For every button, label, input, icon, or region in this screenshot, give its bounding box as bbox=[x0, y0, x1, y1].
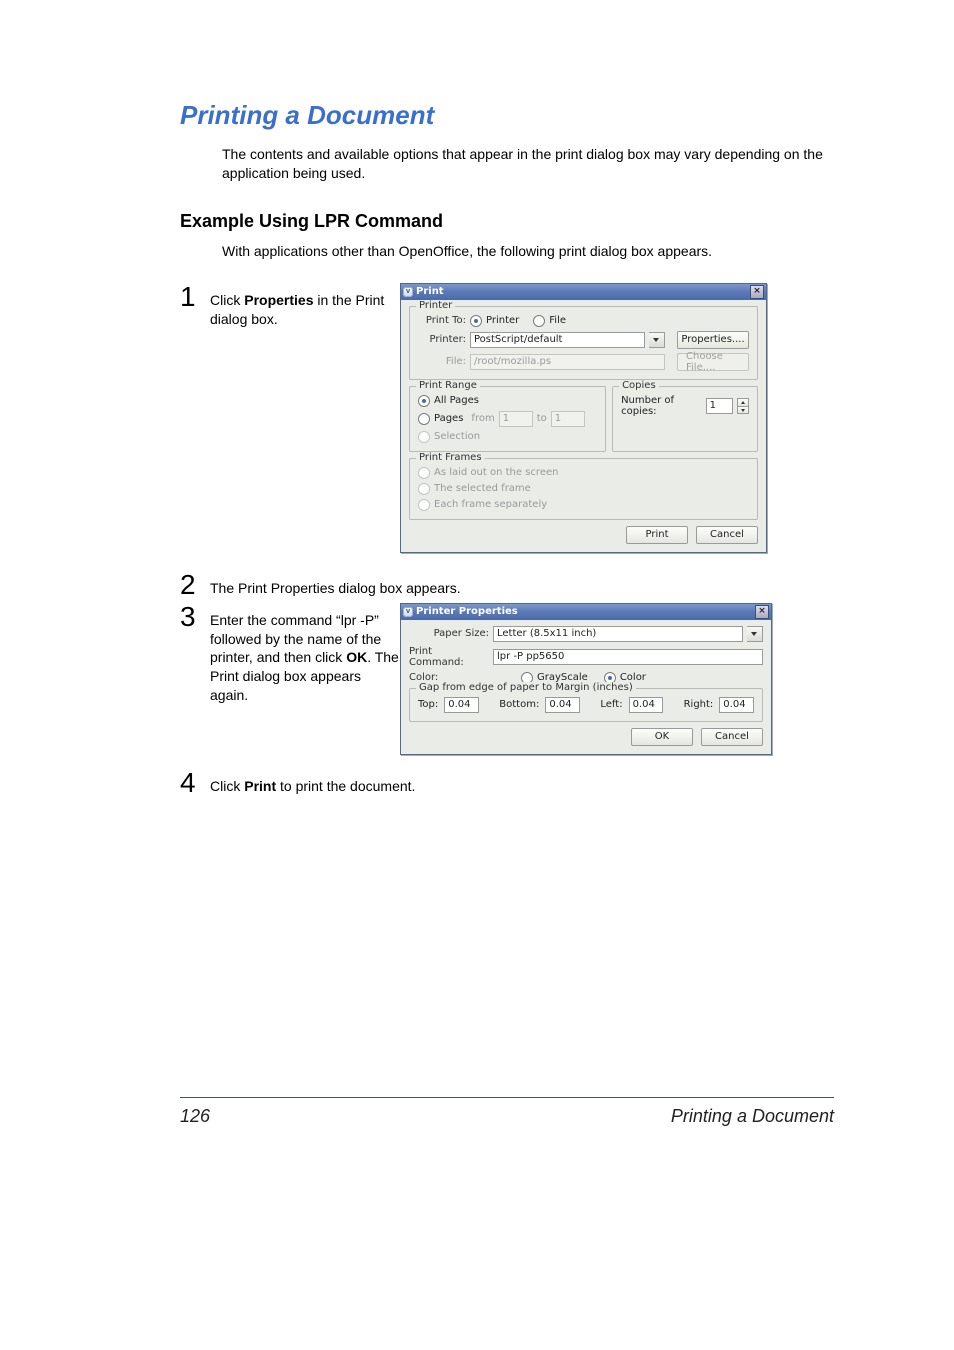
step-number: 1 bbox=[180, 283, 210, 311]
all-pages-radio[interactable] bbox=[418, 395, 430, 407]
file-radio[interactable] bbox=[533, 315, 545, 327]
file-path-input: /root/mozilla.ps bbox=[470, 354, 665, 370]
top-input[interactable]: 0.04 bbox=[444, 697, 479, 713]
group-legend: Gap from edge of paper to Margin (inches… bbox=[416, 682, 636, 693]
step-text-part: Click bbox=[210, 292, 244, 308]
from-input: 1 bbox=[499, 411, 533, 427]
subintro-text: With applications other than OpenOffice,… bbox=[222, 242, 834, 261]
selection-radio bbox=[418, 431, 430, 443]
step-number: 4 bbox=[180, 769, 210, 797]
group-legend: Print Range bbox=[416, 380, 480, 391]
step-number: 2 bbox=[180, 571, 210, 599]
group-legend: Print Frames bbox=[416, 452, 485, 463]
frames-c-label: Each frame separately bbox=[434, 499, 547, 510]
frames-b-label: The selected frame bbox=[434, 483, 531, 494]
step-text-bold: Properties bbox=[244, 292, 313, 308]
from-label: from bbox=[471, 413, 494, 424]
pages-radio[interactable] bbox=[418, 413, 430, 425]
print-button[interactable]: Print bbox=[626, 526, 688, 544]
dropdown-icon[interactable] bbox=[649, 332, 665, 348]
step-text: Enter the command “lpr -P” followed by t… bbox=[210, 603, 400, 705]
step-text: The Print Properties dialog box appears. bbox=[210, 571, 834, 598]
close-icon[interactable]: × bbox=[755, 605, 769, 619]
print-command-input[interactable]: lpr -P pp5650 bbox=[493, 649, 763, 665]
bottom-input[interactable]: 0.04 bbox=[545, 697, 580, 713]
page-number: 126 bbox=[180, 1106, 210, 1127]
frames-b-radio bbox=[418, 483, 430, 495]
copies-spinner[interactable] bbox=[737, 398, 749, 414]
bottom-label: Bottom: bbox=[499, 699, 539, 710]
pages-label: Pages bbox=[434, 413, 463, 424]
printer-label: Printer: bbox=[418, 334, 466, 345]
window-menu-icon[interactable]: v bbox=[403, 607, 413, 617]
step-text-bold: OK bbox=[346, 649, 367, 665]
dialog-titlebar: v Printer Properties × bbox=[401, 604, 771, 620]
printer-select[interactable]: PostScript/default bbox=[470, 332, 645, 348]
cancel-button[interactable]: Cancel bbox=[696, 526, 758, 544]
top-label: Top: bbox=[418, 699, 438, 710]
all-pages-label: All Pages bbox=[434, 395, 479, 406]
frames-a-radio bbox=[418, 467, 430, 479]
frames-c-radio bbox=[418, 499, 430, 511]
close-icon[interactable]: × bbox=[750, 285, 764, 299]
dialog-title: Print bbox=[416, 286, 444, 297]
group-legend: Copies bbox=[619, 380, 659, 391]
left-input[interactable]: 0.04 bbox=[629, 697, 664, 713]
copies-label: Number of copies: bbox=[621, 395, 702, 417]
window-menu-icon[interactable]: v bbox=[403, 287, 413, 297]
to-input: 1 bbox=[551, 411, 585, 427]
cancel-button[interactable]: Cancel bbox=[701, 728, 763, 746]
footer-title: Printing a Document bbox=[671, 1106, 834, 1127]
file-label: File: bbox=[418, 356, 466, 367]
right-input[interactable]: 0.04 bbox=[719, 697, 754, 713]
copies-group: Copies Number of copies: 1 bbox=[612, 386, 758, 452]
step-1: 1 Click Properties in the Print dialog b… bbox=[180, 283, 400, 329]
frames-a-label: As laid out on the screen bbox=[434, 467, 558, 478]
step-text: Click Print to print the document. bbox=[210, 769, 834, 796]
file-radio-label: File bbox=[549, 315, 566, 326]
step-2: 2 The Print Properties dialog box appear… bbox=[180, 571, 834, 599]
margin-group: Gap from edge of paper to Margin (inches… bbox=[409, 688, 763, 722]
selection-label: Selection bbox=[434, 431, 480, 442]
step-number: 3 bbox=[180, 603, 210, 631]
copies-input[interactable]: 1 bbox=[706, 398, 733, 414]
page-footer: 126 Printing a Document bbox=[180, 1097, 834, 1127]
print-dialog: v Print × Printer Print To: Printer bbox=[400, 283, 767, 553]
print-command-label: Print Command: bbox=[409, 646, 489, 668]
step-3: 3 Enter the command “lpr -P” followed by… bbox=[180, 603, 400, 705]
print-to-label: Print To: bbox=[418, 315, 466, 326]
group-legend: Printer bbox=[416, 300, 455, 311]
page-heading: Printing a Document bbox=[180, 100, 834, 131]
dialog-title: Printer Properties bbox=[416, 606, 518, 617]
step-4: 4 Click Print to print the document. bbox=[180, 769, 834, 797]
step-text-part: to print the document. bbox=[276, 778, 415, 794]
printer-group: Printer Print To: Printer File Printer: … bbox=[409, 306, 758, 380]
paper-size-select[interactable]: Letter (8.5x11 inch) bbox=[493, 626, 743, 642]
step-text-part: Click bbox=[210, 778, 244, 794]
to-label: to bbox=[537, 413, 547, 424]
paper-size-label: Paper Size: bbox=[409, 628, 489, 639]
subheading: Example Using LPR Command bbox=[180, 211, 834, 232]
step-text: Click Properties in the Print dialog box… bbox=[210, 283, 400, 329]
step-text-bold: Print bbox=[244, 778, 276, 794]
printer-radio-label: Printer bbox=[486, 315, 519, 326]
printer-radio[interactable] bbox=[470, 315, 482, 327]
left-label: Left: bbox=[600, 699, 622, 710]
print-range-group: Print Range All Pages Pages from 1 to bbox=[409, 386, 606, 452]
intro-text: The contents and available options that … bbox=[222, 145, 834, 183]
dialog-titlebar: v Print × bbox=[401, 284, 766, 300]
right-label: Right: bbox=[684, 699, 714, 710]
properties-button[interactable]: Properties.... bbox=[677, 331, 749, 349]
ok-button[interactable]: OK bbox=[631, 728, 693, 746]
dropdown-icon[interactable] bbox=[747, 626, 763, 642]
print-frames-group: Print Frames As laid out on the screen T… bbox=[409, 458, 758, 520]
printer-properties-dialog: v Printer Properties × Paper Size: Lette… bbox=[400, 603, 772, 755]
choose-file-button: Choose File.... bbox=[677, 353, 749, 371]
